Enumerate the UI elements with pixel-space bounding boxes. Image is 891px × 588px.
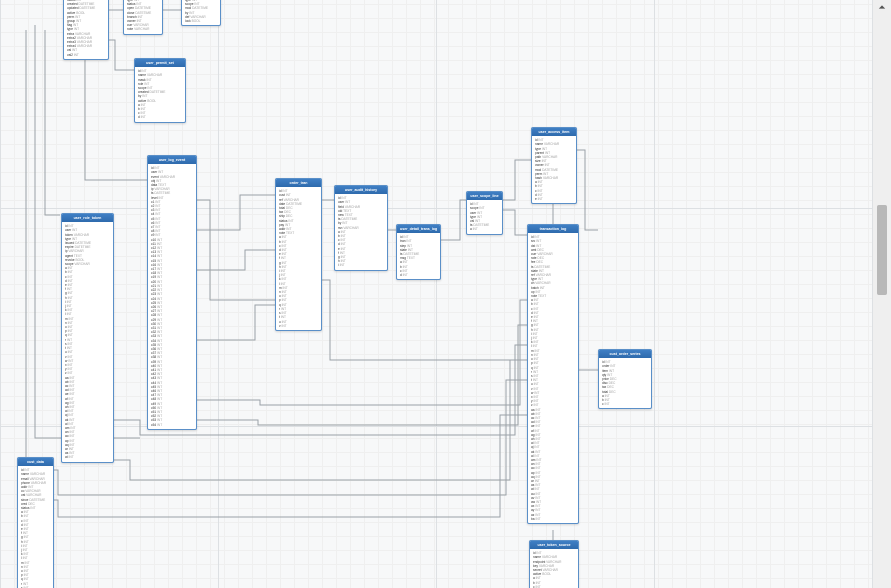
erd-table[interactable]: user_audit_historyid INTuser INTfield VA…: [334, 185, 388, 271]
erd-column-type: INT: [538, 197, 543, 201]
erd-column-type: TEXT: [286, 231, 294, 235]
erd-table-header[interactable]: user_scope_line: [467, 192, 502, 200]
erd-column-type: INT: [403, 273, 408, 277]
erd-table-header[interactable]: transaction_log: [528, 225, 578, 233]
erd-column-name: val2: [67, 53, 74, 57]
erd-table-body: id INTcode VARCHARname VARCHARdesc VARCH…: [64, 0, 108, 59]
erd-column-type: BOOL: [542, 572, 551, 576]
erd-table-header[interactable]: cust_data: [18, 458, 53, 466]
erd-column-row: d INT: [400, 273, 437, 277]
erd-column-type: VARCHAR: [134, 27, 149, 31]
erd-column-row: ba INT: [531, 517, 575, 521]
erd-table-header[interactable]: cust_order_series: [599, 350, 651, 358]
erd-table-header[interactable]: order_tran: [276, 179, 321, 187]
erd-column-type: INT: [340, 263, 345, 267]
erd-column-type: VARCHAR: [74, 262, 89, 266]
erd-column-row: c54 INT: [151, 423, 193, 427]
erd-table-header[interactable]: user_role_token: [62, 214, 113, 222]
erd-column-type: INT: [604, 402, 609, 406]
erd-table[interactable]: cust_dataid INTname VARCHARemail VARCHAR…: [17, 457, 54, 588]
erd-table-body: id INTsrc INTdst INTamt DECcurr VARCHARr…: [528, 233, 578, 523]
erd-table-body: id INTname VARCHARtype INTparent INTpath…: [532, 136, 576, 203]
erd-column-type: INT: [74, 53, 79, 57]
erd-table[interactable]: user_access_itemid INTname VARCHARtype I…: [531, 127, 577, 204]
erd-column-row: i INT: [338, 263, 384, 267]
erd-table[interactable]: user_scope_lineid INTscope INTuser INTty…: [466, 191, 503, 235]
erd-table-header[interactable]: user_access_item: [532, 128, 576, 136]
erd-table[interactable]: user_roleid INTcode VARCHARname VARCHARd…: [63, 0, 109, 60]
erd-column-type: DATETIME: [192, 6, 208, 10]
erd-table[interactable]: user_detail_trans_logid INTtran INTstep …: [396, 224, 441, 280]
erd-table-body: id INTcust INTref VARCHARdate DATETIMEto…: [276, 187, 321, 330]
erd-table[interactable]: order_tranid INTcust INTref VARCHARdate …: [275, 178, 322, 331]
erd-table[interactable]: user_token_sourceid INTname VARCHARendpo…: [529, 540, 579, 588]
erd-table-header[interactable]: user_permit_set: [135, 59, 185, 67]
erd-table[interactable]: user_permit_setid INTname VARCHARmask IN…: [134, 58, 186, 123]
erd-table-body: id INTname VARCHARemail VARCHARphone VAR…: [18, 466, 53, 588]
erd-column-type: VARCHAR: [543, 176, 558, 180]
erd-column-type: VARCHAR: [77, 44, 92, 48]
erd-column-row: v INT: [279, 324, 318, 328]
erd-table-body: id INTkey VARCHARval VARCHARgroup VARCHA…: [182, 0, 220, 25]
erd-table-body: id INTuser INTnum VARCHARbalance DECtype…: [124, 0, 162, 34]
erd-table-body: id INTscope INTuser INTtype INTval INTts…: [467, 200, 502, 233]
erd-table-body: id INTname VARCHARendpoint VARCHARkey VA…: [530, 549, 578, 588]
erd-table[interactable]: user_role_tokenid INTuser INTtoken VARCH…: [61, 213, 114, 463]
erd-table[interactable]: user_log_eventid INTuser INTevent VARCHA…: [147, 155, 197, 430]
erd-column-type: BOOL: [192, 19, 201, 23]
erd-column-type: INT: [30, 506, 35, 510]
erd-table-body: id INTuser INTfield VARCHARold TEXTnew T…: [335, 194, 387, 269]
erd-table-body: id INTuser INTtoken VARCHARtype INTissue…: [62, 222, 113, 461]
erd-column-type: INT: [473, 227, 478, 231]
erd-table-body: id INTuser INTevent VARCHARobj INTdata T…: [148, 164, 196, 429]
erd-column-row: e INT: [535, 197, 573, 201]
erd-column-type: INT: [535, 517, 540, 521]
erd-column-type: INT: [281, 324, 286, 328]
erd-table-header[interactable]: user_log_event: [148, 156, 196, 164]
erd-table[interactable]: accountid INTuser INTnum VARCHARbalance …: [123, 0, 163, 35]
erd-column-row: a INT: [470, 227, 499, 231]
erd-column-type: INT: [141, 115, 146, 119]
erd-column-type: DATETIME: [150, 90, 166, 94]
erd-column-type: TEXT: [538, 294, 546, 298]
erd-table-header[interactable]: user_token_source: [530, 541, 578, 549]
erd-table[interactable]: settingsid INTkey VARCHARval VARCHARgrou…: [181, 0, 221, 26]
erd-column-row: c INT: [602, 402, 648, 406]
erd-table-header[interactable]: user_detail_trans_log: [397, 225, 440, 233]
erd-table-body: id INTname VARCHARmask INTrole INTscope …: [135, 67, 185, 121]
scroll-up-button[interactable]: [873, 0, 891, 14]
erd-table[interactable]: cust_order_seriesid INTorder INTitem INT…: [598, 349, 652, 409]
erd-column-row: note VARCHAR: [127, 27, 159, 31]
vertical-scrollbar-thumb[interactable]: [877, 205, 887, 295]
erd-table-body: id INTorder INTitem INTqty INTprice DECd…: [599, 358, 651, 408]
erd-column-type: BOOL: [147, 99, 156, 103]
vertical-scrollbar-track[interactable]: [873, 0, 891, 588]
relationship-lines: [0, 0, 873, 588]
erd-column-row: d INT: [138, 115, 182, 119]
erd-table-header[interactable]: user_audit_history: [335, 186, 387, 194]
erd-table[interactable]: transaction_logid INTsrc INTdst INTamt D…: [527, 224, 579, 524]
erd-column-type: VARCHAR: [160, 175, 175, 179]
erd-column-type: TEXT: [407, 256, 415, 260]
erd-column-row: lock BOOL: [185, 19, 217, 23]
chevron-up-icon: [878, 3, 886, 11]
erd-column-type: INT: [69, 455, 74, 459]
erd-column-row: val2 INT: [67, 53, 105, 57]
erd-column-type: INT: [157, 423, 162, 427]
erd-column-row: at INT: [65, 455, 110, 459]
erd-canvas[interactable]: user_roleid INTcode VARCHARname VARCHARd…: [0, 0, 873, 588]
erd-table-body: id INTtran INTstep INTstate INTts DATETI…: [397, 233, 440, 279]
